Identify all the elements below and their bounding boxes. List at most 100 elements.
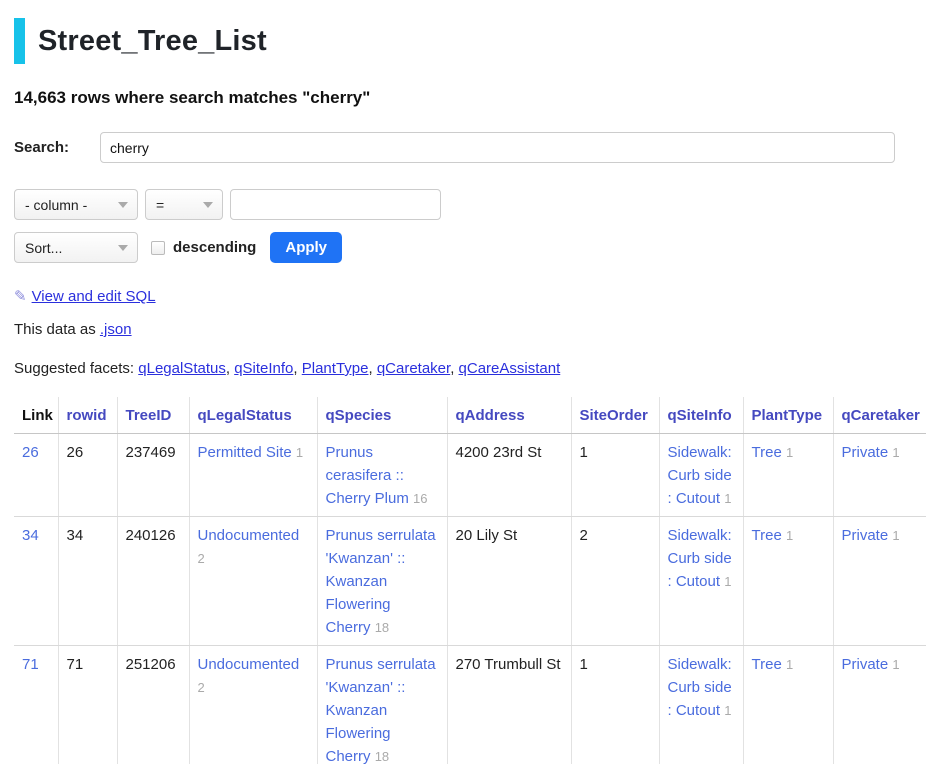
sort-by-rowid-link[interactable]: rowid	[67, 407, 107, 424]
facet-value-link[interactable]: Undocumented	[198, 656, 300, 673]
cell-treeid: 240126	[117, 517, 189, 646]
descending-checkbox[interactable]	[151, 241, 165, 255]
facet-count: 1	[786, 445, 793, 460]
facet-value-link[interactable]: Tree	[752, 656, 782, 673]
facet-count: 1	[892, 528, 899, 543]
operator-select[interactable]: =	[145, 189, 223, 220]
facet-link-qcareassistant[interactable]: qCareAssistant	[459, 360, 561, 377]
column-header-qcaretaker: qCaretaker	[833, 397, 926, 434]
sort-select-wrap: Sort...	[14, 232, 138, 263]
table-row: 26 26 237469 Permitted Site 1 Prunus cer…	[14, 434, 926, 517]
facet-link-planttype[interactable]: PlantType	[302, 360, 369, 377]
column-select[interactable]: - column -	[14, 189, 138, 220]
facet-value-link[interactable]: Prunus serrulata 'Kwanzan' :: Kwanzan Fl…	[326, 656, 436, 764]
table-header-row: Link rowid TreeID qLegalStatus qSpecies …	[14, 397, 926, 434]
data-export-row: This data as .json	[14, 321, 926, 338]
facet-link-qcaretaker[interactable]: qCaretaker	[377, 360, 450, 377]
search-input[interactable]	[100, 132, 895, 163]
cell-treeid: 237469	[117, 434, 189, 517]
cell-planttype: Tree 1	[743, 646, 833, 764]
cell-qaddress: 4200 23rd St	[447, 434, 571, 517]
facet-wrap: qCaretaker	[377, 360, 459, 377]
facet-value-link[interactable]: Permitted Site	[198, 444, 292, 461]
suggested-facets-row: Suggested facets: qLegalStatus qSiteInfo P…	[14, 360, 926, 377]
sort-by-qlegalstatus-link[interactable]: qLegalStatus	[198, 407, 292, 424]
sort-by-planttype-link[interactable]: PlantType	[752, 407, 823, 424]
facet-value-link[interactable]: Private	[842, 656, 889, 673]
facet-value-link[interactable]: Prunus cerasifera :: Cherry Plum	[326, 444, 409, 507]
cell-qspecies: Prunus cerasifera :: Cherry Plum 16	[317, 434, 447, 517]
column-header-qsiteinfo: qSiteInfo	[659, 397, 743, 434]
cell-link: 26	[14, 434, 58, 517]
cell-qlegalstatus: Permitted Site 1	[189, 434, 317, 517]
facet-count: 16	[413, 491, 427, 506]
facet-value-link[interactable]: Tree	[752, 444, 782, 461]
json-export-link[interactable]: .json	[100, 321, 132, 338]
facet-value-link[interactable]: Sidewalk: Curb side : Cutout	[668, 444, 732, 507]
table-row: 34 34 240126 Undocumented 2 Prunus serru…	[14, 517, 926, 646]
sort-select[interactable]: Sort...	[14, 232, 138, 263]
cell-rowid: 71	[58, 646, 117, 764]
filter-value-input[interactable]	[230, 189, 441, 220]
facet-count: 1	[296, 445, 303, 460]
facet-value-link[interactable]: Private	[842, 444, 889, 461]
column-header-siteorder: SiteOrder	[571, 397, 659, 434]
facet-link-qsiteinfo[interactable]: qSiteInfo	[234, 360, 293, 377]
facet-wrap: qSiteInfo	[234, 360, 302, 377]
row-link[interactable]: 34	[22, 527, 39, 544]
facet-count: 18	[375, 749, 389, 764]
accent-bar	[14, 18, 25, 64]
facet-value-link[interactable]: Private	[842, 527, 889, 544]
cell-siteorder: 2	[571, 517, 659, 646]
cell-treeid: 251206	[117, 646, 189, 764]
facet-value-link[interactable]: Tree	[752, 527, 782, 544]
cell-qaddress: 270 Trumbull St	[447, 646, 571, 764]
facet-value-link[interactable]: Undocumented	[198, 527, 300, 544]
descending-label: descending	[173, 239, 256, 256]
sort-by-qcaretaker-link[interactable]: qCaretaker	[842, 407, 920, 424]
title-bar: Street_Tree_List	[14, 18, 926, 64]
sort-by-qspecies-link[interactable]: qSpecies	[326, 407, 392, 424]
facet-link-qlegalstatus[interactable]: qLegalStatus	[138, 360, 226, 377]
sort-by-siteorder-link[interactable]: SiteOrder	[580, 407, 648, 424]
facets-prefix: Suggested facets:	[14, 360, 134, 377]
column-header-rowid: rowid	[58, 397, 117, 434]
facet-count: 2	[198, 551, 205, 566]
facet-count: 1	[786, 528, 793, 543]
sort-by-qaddress-link[interactable]: qAddress	[456, 407, 525, 424]
row-link[interactable]: 71	[22, 656, 39, 673]
facet-wrap: qCareAssistant	[459, 360, 561, 377]
cell-link: 71	[14, 646, 58, 764]
cell-qsiteinfo: Sidewalk: Curb side : Cutout 1	[659, 517, 743, 646]
search-row: Search:	[14, 132, 926, 163]
column-header-qlegalstatus: qLegalStatus	[189, 397, 317, 434]
cell-qlegalstatus: Undocumented 2	[189, 517, 317, 646]
filter-row: - column - =	[14, 189, 926, 220]
facet-count: 1	[724, 574, 731, 589]
facet-count: 1	[892, 445, 899, 460]
cell-qspecies: Prunus serrulata 'Kwanzan' :: Kwanzan Fl…	[317, 517, 447, 646]
facet-count: 1	[786, 657, 793, 672]
cell-rowid: 26	[58, 434, 117, 517]
row-count-summary: 14,663 rows where search matches "cherry…	[14, 88, 926, 108]
cell-qsiteinfo: Sidewalk: Curb side : Cutout 1	[659, 434, 743, 517]
column-header-qaddress: qAddress	[447, 397, 571, 434]
sort-by-treeid-link[interactable]: TreeID	[126, 407, 172, 424]
sort-by-qsiteinfo-link[interactable]: qSiteInfo	[668, 407, 732, 424]
facet-count: 1	[724, 491, 731, 506]
page: Street_Tree_List 14,663 rows where searc…	[0, 0, 940, 764]
cell-rowid: 34	[58, 517, 117, 646]
view-edit-sql-link[interactable]: View and edit SQL	[32, 288, 156, 305]
cell-qaddress: 20 Lily St	[447, 517, 571, 646]
row-link[interactable]: 26	[22, 444, 39, 461]
column-header-planttype: PlantType	[743, 397, 833, 434]
facet-value-link[interactable]: Sidewalk: Curb side : Cutout	[668, 527, 732, 590]
search-label: Search:	[14, 139, 100, 156]
apply-button[interactable]: Apply	[270, 232, 342, 263]
cell-link: 34	[14, 517, 58, 646]
column-select-wrap: - column -	[14, 189, 138, 220]
results-table: Link rowid TreeID qLegalStatus qSpecies …	[14, 397, 926, 764]
cell-qspecies: Prunus serrulata 'Kwanzan' :: Kwanzan Fl…	[317, 646, 447, 764]
cell-qcaretaker: Private 1	[833, 517, 926, 646]
facet-value-link[interactable]: Sidewalk: Curb side : Cutout	[668, 656, 732, 719]
